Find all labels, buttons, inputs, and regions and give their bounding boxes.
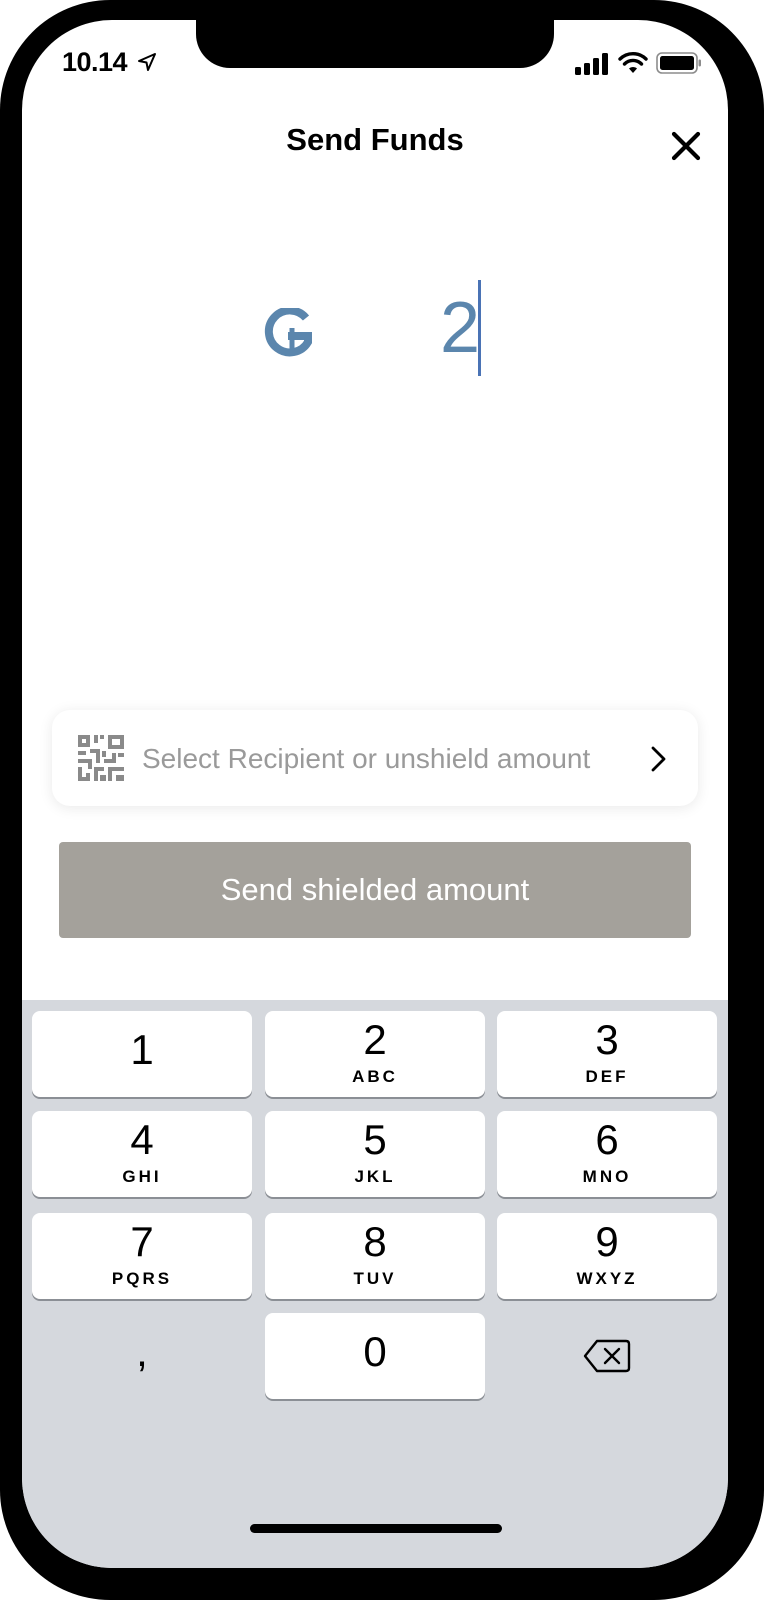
key-delete[interactable] bbox=[497, 1313, 717, 1399]
key-letters: MNO bbox=[582, 1167, 632, 1186]
key-digit: , bbox=[136, 1328, 148, 1375]
key-4[interactable]: 4 GHI bbox=[32, 1111, 252, 1197]
text-cursor bbox=[478, 280, 481, 376]
screen: 10.14 Send Funds 2 Select Recipient or u… bbox=[22, 20, 728, 1568]
key-letters: ABC bbox=[352, 1067, 398, 1086]
key-7[interactable]: 7 PQRS bbox=[32, 1213, 252, 1299]
qr-code-icon bbox=[78, 735, 124, 781]
key-letters: TUV bbox=[353, 1269, 397, 1288]
key-digit: 8 bbox=[363, 1218, 387, 1265]
key-digit: 9 bbox=[595, 1218, 619, 1265]
page-title: Send Funds bbox=[286, 122, 464, 157]
status-time: 10.14 bbox=[62, 47, 128, 77]
key-digit: 2 bbox=[363, 1016, 387, 1063]
key-digit: 7 bbox=[130, 1218, 154, 1265]
key-8[interactable]: 8 TUV bbox=[265, 1213, 485, 1299]
key-6[interactable]: 6 MNO bbox=[497, 1111, 717, 1197]
key-3[interactable]: 3 DEF bbox=[497, 1011, 717, 1097]
key-letters: DEF bbox=[585, 1067, 629, 1086]
key-2[interactable]: 2 ABC bbox=[265, 1011, 485, 1097]
wifi-icon bbox=[618, 52, 648, 73]
phone-frame: 10.14 Send Funds 2 Select Recipient or u… bbox=[0, 0, 764, 1600]
recipient-placeholder: Select Recipient or unshield amount bbox=[142, 743, 591, 774]
home-indicator[interactable] bbox=[250, 1524, 502, 1533]
key-digit: 6 bbox=[595, 1116, 619, 1163]
numeric-keypad: 1 2 ABC 3 DEF 4 GHI 5 JKL 6 MNO 7 PQRS 8… bbox=[22, 1000, 728, 1568]
key-digit: 3 bbox=[595, 1016, 619, 1063]
cellular-signal-icon bbox=[575, 53, 608, 75]
location-arrow-icon bbox=[138, 53, 156, 71]
amount-value[interactable]: 2 bbox=[440, 292, 480, 364]
key-letters: GHI bbox=[122, 1167, 162, 1186]
send-shielded-button[interactable]: Send shielded amount bbox=[59, 842, 691, 938]
select-recipient-button[interactable]: Select Recipient or unshield amount bbox=[52, 710, 698, 806]
key-letters: JKL bbox=[354, 1167, 396, 1186]
key-letters: WXYZ bbox=[576, 1269, 638, 1288]
chevron-right-icon bbox=[651, 746, 666, 772]
key-letters: PQRS bbox=[111, 1269, 173, 1288]
key-digit: 1 bbox=[130, 1026, 154, 1073]
key-digit: 0 bbox=[363, 1328, 387, 1375]
key-digit: 4 bbox=[130, 1116, 154, 1163]
gtu-currency-icon bbox=[264, 308, 312, 357]
battery-icon bbox=[656, 52, 701, 74]
key-digit: 5 bbox=[363, 1116, 387, 1163]
key-0[interactable]: 0 bbox=[265, 1313, 485, 1399]
key-9[interactable]: 9 WXYZ bbox=[497, 1213, 717, 1299]
key-comma[interactable]: , bbox=[32, 1313, 252, 1399]
notch bbox=[196, 20, 554, 68]
backspace-icon bbox=[583, 1339, 631, 1373]
close-icon[interactable] bbox=[664, 124, 708, 168]
key-5[interactable]: 5 JKL bbox=[265, 1111, 485, 1197]
key-1[interactable]: 1 bbox=[32, 1011, 252, 1097]
